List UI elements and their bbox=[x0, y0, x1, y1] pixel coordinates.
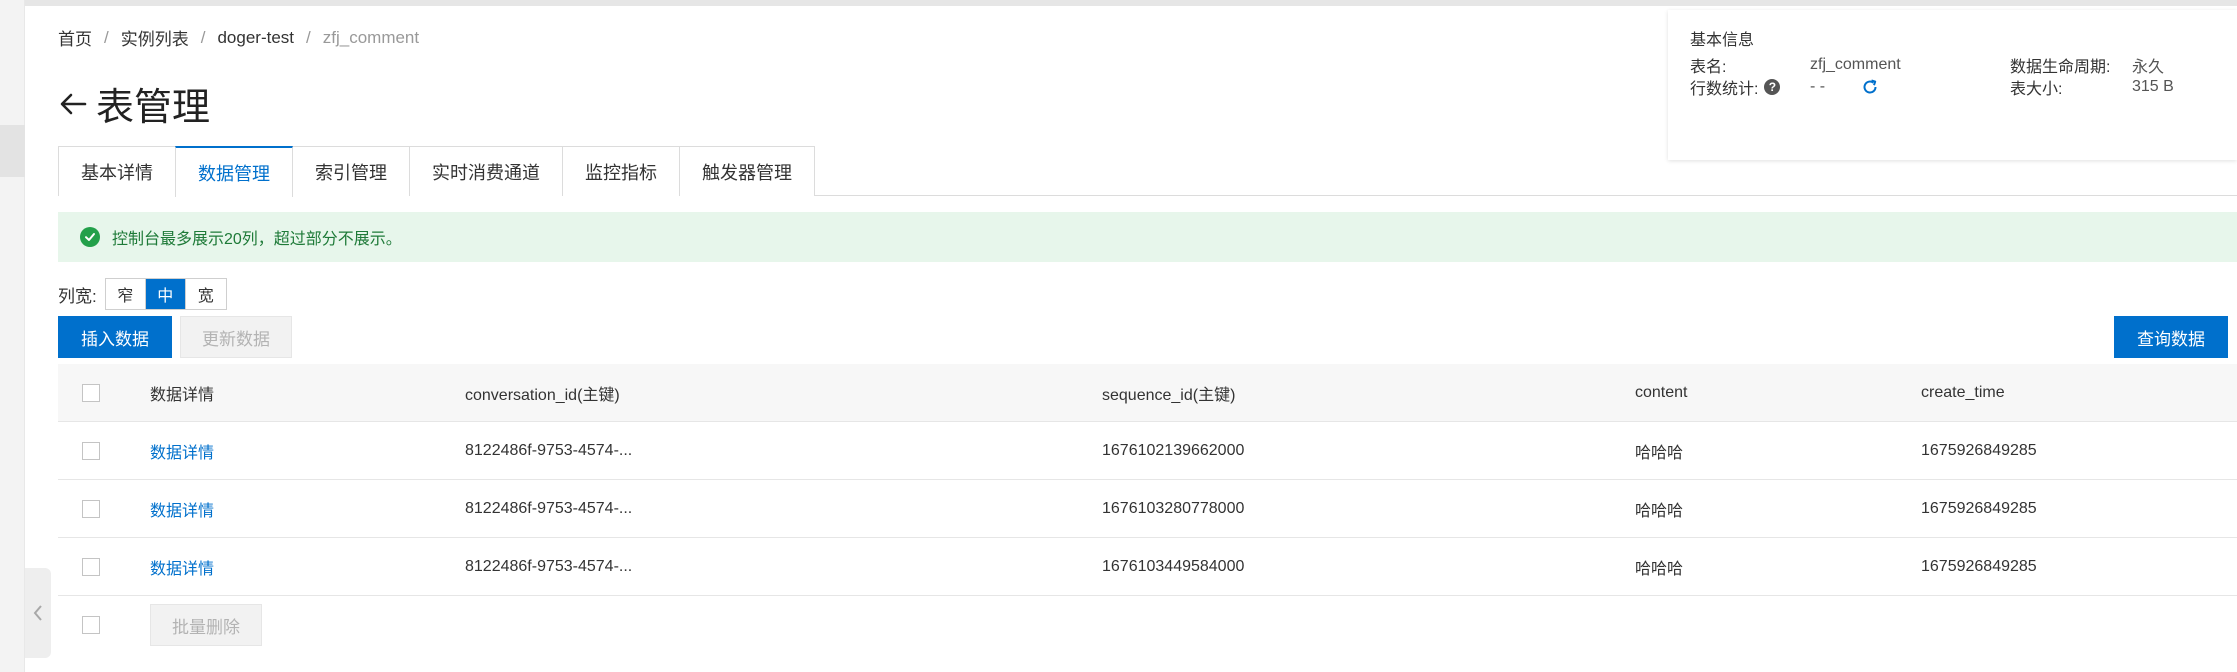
tab-bar: 基本详情 数据管理 索引管理 实时消费通道 监控指标 触发器管理 bbox=[58, 146, 2237, 197]
conversation-id-cell: 8122486f-9753-4574-... bbox=[465, 441, 633, 459]
query-data-button[interactable]: 查询数据 bbox=[2114, 316, 2228, 358]
conversation-id-cell: 8122486f-9753-4574-... bbox=[465, 557, 633, 575]
content-cell: 哈哈哈 bbox=[1635, 560, 1684, 578]
data-table: 数据详情 conversation_id(主键) sequence_id(主键)… bbox=[58, 364, 2237, 654]
column-header: create_time bbox=[1921, 383, 2005, 401]
breadcrumb-instance-list[interactable]: 实例列表 bbox=[121, 25, 189, 50]
alert-text: 控制台最多展示20列，超过部分不展示。 bbox=[112, 231, 402, 248]
create-time-cell: 1675926849285 bbox=[1921, 557, 2037, 575]
data-detail-link[interactable]: 数据详情 bbox=[150, 445, 214, 462]
column-width-selector: 列宽: 窄 中 宽 bbox=[58, 278, 227, 310]
table-row: 数据详情 8122486f-9753-4574-... 167610344958… bbox=[58, 538, 2237, 596]
content-cell: 哈哈哈 bbox=[1635, 502, 1684, 520]
breadcrumb-separator: / bbox=[306, 27, 311, 47]
footer-select-checkbox[interactable] bbox=[82, 616, 100, 634]
row-count-group: - - bbox=[1810, 78, 2010, 96]
column-header: content bbox=[1635, 383, 1688, 401]
width-medium-button[interactable]: 中 bbox=[145, 279, 186, 309]
sequence-id-cell: 1676103280778000 bbox=[1102, 499, 1245, 517]
insert-data-button[interactable]: 插入数据 bbox=[58, 316, 172, 358]
column-width-label: 列宽: bbox=[58, 286, 97, 306]
update-data-button[interactable]: 更新数据 bbox=[180, 316, 292, 358]
info-row: 表名: zfj_comment 数据生命周期: 永久 bbox=[1690, 54, 2215, 76]
data-detail-link[interactable]: 数据详情 bbox=[150, 503, 214, 520]
title-row: 表管理 bbox=[58, 76, 210, 131]
header-checkbox-cell bbox=[58, 383, 150, 402]
breadcrumb-current: zfj_comment bbox=[322, 27, 420, 47]
sequence-id-cell: 1676103449584000 bbox=[1102, 557, 1245, 575]
info-panel-title: 基本信息 bbox=[1690, 32, 1755, 49]
content-cell: 哈哈哈 bbox=[1635, 444, 1684, 462]
batch-delete-button[interactable]: 批量删除 bbox=[150, 604, 262, 646]
column-header: sequence_id(主键) bbox=[1102, 386, 1236, 404]
footer-checkbox-cell bbox=[58, 616, 150, 634]
info-row: 行数统计: ? - - 表大小: 315 B bbox=[1690, 76, 2215, 98]
row-count-label: 行数统计: bbox=[1690, 81, 1759, 98]
table-header: 数据详情 conversation_id(主键) sequence_id(主键)… bbox=[58, 364, 2237, 422]
breadcrumb-separator: / bbox=[104, 27, 109, 47]
sidebar-active-marker bbox=[0, 125, 25, 177]
column-header: 数据详情 bbox=[150, 386, 215, 404]
create-time-cell: 1675926849285 bbox=[1921, 499, 2037, 517]
breadcrumb-instance[interactable]: doger-test bbox=[217, 28, 294, 48]
tab-realtime-channel[interactable]: 实时消费通道 bbox=[409, 146, 563, 196]
help-icon[interactable]: ? bbox=[1764, 79, 1781, 95]
left-sidebar-rail bbox=[0, 0, 25, 672]
row-checkbox[interactable] bbox=[82, 441, 100, 460]
chevron-left-icon bbox=[33, 605, 42, 621]
width-wide-button[interactable]: 宽 bbox=[185, 279, 226, 309]
row-checkbox-cell bbox=[58, 441, 150, 460]
back-arrow-icon[interactable] bbox=[58, 89, 88, 119]
size-value: 315 B bbox=[2132, 78, 2174, 95]
table-row: 数据详情 8122486f-9753-4574-... 167610328077… bbox=[58, 480, 2237, 538]
row-checkbox-cell bbox=[58, 499, 150, 518]
success-alert: 控制台最多展示20列，超过部分不展示。 bbox=[58, 212, 2237, 262]
tab-data-management[interactable]: 数据管理 bbox=[175, 146, 293, 197]
column-header: conversation_id(主键) bbox=[465, 386, 620, 404]
table-name-label: 表名: bbox=[1690, 59, 1727, 76]
detail-cell: 数据详情 bbox=[150, 555, 465, 579]
breadcrumb-separator: / bbox=[200, 27, 206, 47]
lifecycle-value: 永久 bbox=[2132, 59, 2165, 76]
tab-monitoring[interactable]: 监控指标 bbox=[562, 146, 680, 196]
conversation-id-cell: 8122486f-9753-4574-... bbox=[465, 499, 633, 517]
detail-cell: 数据详情 bbox=[150, 497, 465, 521]
row-checkbox-cell bbox=[58, 557, 150, 576]
row-checkbox[interactable] bbox=[82, 499, 100, 518]
sequence-id-cell: 1676102139662000 bbox=[1102, 441, 1245, 459]
row-count-label-group: 行数统计: ? bbox=[1690, 75, 1810, 99]
row-checkbox[interactable] bbox=[82, 557, 100, 576]
size-label: 表大小: bbox=[2010, 81, 2063, 98]
refresh-icon[interactable] bbox=[1861, 78, 1879, 96]
check-circle-icon bbox=[80, 227, 100, 247]
basic-info-panel: 基本信息 表名: zfj_comment 数据生命周期: 永久 行数统计: ? … bbox=[1668, 10, 2237, 160]
table-footer: 批量删除 bbox=[58, 596, 2237, 654]
page-title: 表管理 bbox=[96, 87, 211, 129]
lifecycle-label: 数据生命周期: bbox=[2010, 59, 2111, 76]
column-width-segmented: 窄 中 宽 bbox=[104, 278, 227, 310]
create-time-cell: 1675926849285 bbox=[1921, 441, 2037, 459]
tab-trigger-management[interactable]: 触发器管理 bbox=[679, 146, 815, 196]
select-all-checkbox[interactable] bbox=[82, 383, 100, 402]
tab-index-management[interactable]: 索引管理 bbox=[292, 146, 410, 196]
width-narrow-button[interactable]: 窄 bbox=[105, 279, 146, 309]
tab-basic-details[interactable]: 基本详情 bbox=[58, 146, 176, 196]
table-row: 数据详情 8122486f-9753-4574-... 167610213966… bbox=[58, 422, 2237, 480]
detail-cell: 数据详情 bbox=[150, 439, 465, 463]
top-border bbox=[0, 0, 2237, 6]
data-detail-link[interactable]: 数据详情 bbox=[150, 561, 214, 578]
row-count-value: - - bbox=[1810, 78, 1826, 95]
table-name-value: zfj_comment bbox=[1810, 56, 1901, 73]
sidebar-collapse-button[interactable] bbox=[25, 568, 51, 658]
breadcrumb: 首页 / 实例列表 / doger-test / zfj_comment bbox=[58, 25, 419, 50]
breadcrumb-home[interactable]: 首页 bbox=[58, 25, 92, 50]
